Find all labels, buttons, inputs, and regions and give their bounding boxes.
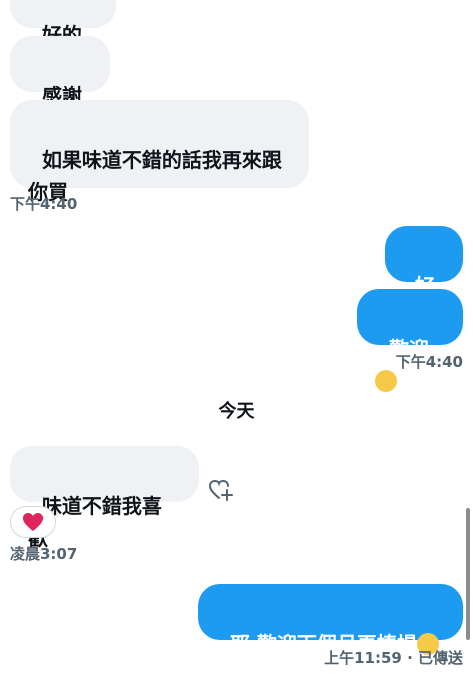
- message-timestamp: 上午11:59 · 已傳送: [324, 647, 463, 668]
- message-timestamp: 下午4:40: [10, 195, 78, 213]
- clapping-hands-icon: [375, 369, 397, 392]
- delivery-status: · 已傳送: [407, 649, 463, 667]
- timestamp-text: 上午11:59: [324, 649, 402, 667]
- message-timestamp: 凌晨3:07: [10, 545, 78, 563]
- message-timestamp: 下午4:40: [395, 353, 463, 371]
- outgoing-message[interactable]: 耶 歡迎下個月再捧場: [198, 584, 463, 656]
- heart-plus-icon[interactable]: [208, 478, 234, 502]
- outgoing-message[interactable]: 好哇: [385, 226, 463, 330]
- incoming-message[interactable]: 好的: [10, 0, 116, 78]
- incoming-message[interactable]: 感謝您: [10, 36, 110, 140]
- day-separator: 今天: [218, 401, 255, 422]
- outgoing-message[interactable]: 歡迎: [357, 289, 463, 392]
- reaction-badge[interactable]: [10, 506, 56, 538]
- red-heart-icon: [23, 513, 43, 531]
- scrollbar[interactable]: [466, 508, 470, 640]
- incoming-message[interactable]: 如果味道不錯的話我再來跟 你買: [10, 100, 309, 204]
- incoming-message[interactable]: 味道不錯我喜歡: [10, 446, 199, 550]
